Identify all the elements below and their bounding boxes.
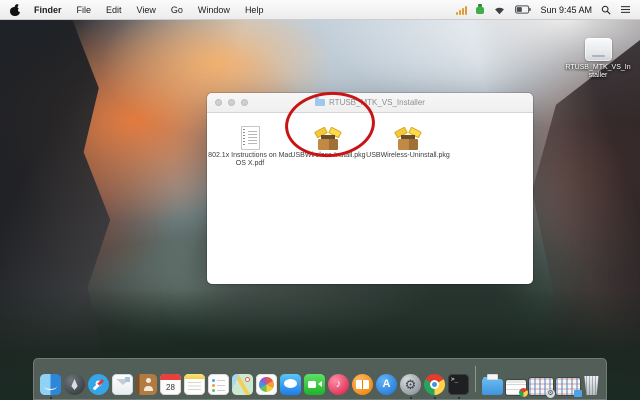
spotlight-search-icon[interactable] — [601, 5, 611, 15]
file-usbwireless-uninstall-pkg[interactable]: USBWireless-Uninstall.pkg — [360, 126, 456, 160]
menu-bar: Finder File Edit View Go Window Help Sun… — [0, 0, 640, 20]
desktop-volume-rtusb-installer[interactable]: RTUSB_MTK_VS_In staller — [560, 38, 636, 80]
dock-trash-icon[interactable] — [583, 376, 600, 395]
dock-facetime-icon[interactable] — [304, 374, 325, 395]
dock-terminal-icon[interactable]: >_ — [448, 374, 469, 395]
dock-system-preferences-icon[interactable]: ⚙ — [400, 374, 421, 395]
dock-minimized-sysprefs-window-icon[interactable] — [529, 378, 553, 395]
dock-launchpad-icon[interactable] — [64, 374, 85, 395]
usb-adapter-icon[interactable] — [476, 7, 484, 14]
dock-photos-icon[interactable] — [256, 374, 277, 395]
menu-help[interactable]: Help — [245, 5, 264, 15]
dock-divider — [475, 366, 476, 392]
dock-reminders-icon[interactable] — [208, 374, 229, 395]
dock-calendar-icon[interactable]: 28 — [160, 374, 181, 395]
dock-minimized-chrome-window-icon[interactable] — [506, 380, 526, 395]
dock-itunes-icon[interactable]: ♪ — [328, 374, 349, 395]
dock-mail-icon[interactable] — [112, 374, 133, 395]
package-icon — [395, 127, 421, 150]
desktop-volume-label: RTUSB_MTK_VS_In staller — [560, 64, 636, 80]
wifi-icon[interactable] — [493, 5, 506, 15]
package-icon — [315, 127, 341, 150]
dock-minimized-finder-window-icon[interactable] — [556, 378, 580, 395]
pdf-document-icon — [241, 126, 260, 150]
dock: 28 ♪ A⚙ >_ — [33, 358, 607, 400]
menu-file[interactable]: File — [77, 5, 92, 15]
desktop-screen: Finder File Edit View Go Window Help Sun… — [0, 0, 640, 400]
dock-chrome-icon[interactable] — [424, 374, 445, 395]
finder-window-content: 802.1x Instructions on Mac OS X.pdf USBW… — [207, 113, 533, 284]
menu-window[interactable]: Window — [198, 5, 230, 15]
finder-window: RTUSB_MTK_VS_Installer 802.1x Instructio… — [207, 93, 533, 284]
notification-center-icon[interactable] — [620, 5, 631, 14]
battery-icon[interactable] — [515, 5, 531, 14]
minimize-button[interactable] — [228, 99, 235, 106]
window-title: RTUSB_MTK_VS_Installer — [329, 98, 425, 107]
dock-finder-icon[interactable] — [40, 374, 61, 395]
dock-app-store-icon[interactable]: A — [376, 374, 397, 395]
menu-go[interactable]: Go — [171, 5, 183, 15]
dock-messages-icon[interactable] — [280, 374, 301, 395]
dock-notes-icon[interactable] — [184, 374, 205, 395]
removable-disk-icon — [585, 38, 612, 61]
dock-downloads-folder-icon[interactable] — [482, 379, 503, 395]
menu-bar-clock[interactable]: Sun 9:45 AM — [540, 5, 592, 15]
window-title-bar[interactable]: RTUSB_MTK_VS_Installer — [207, 93, 533, 113]
apple-logo-icon[interactable] — [10, 4, 20, 16]
zoom-button[interactable] — [241, 99, 248, 106]
dock-contacts-icon[interactable] — [136, 374, 157, 395]
menu-edit[interactable]: Edit — [106, 5, 122, 15]
file-label: USBWireless-Uninstall.pkg — [360, 152, 456, 160]
dock-maps-icon[interactable] — [232, 374, 253, 395]
dock-ibooks-icon[interactable] — [352, 374, 373, 395]
menu-app-finder[interactable]: Finder — [34, 5, 62, 15]
dock-safari-icon[interactable] — [88, 374, 109, 395]
menu-view[interactable]: View — [137, 5, 156, 15]
signal-bars-icon[interactable] — [456, 5, 467, 15]
close-button[interactable] — [215, 99, 222, 106]
folder-proxy-icon — [315, 99, 325, 106]
